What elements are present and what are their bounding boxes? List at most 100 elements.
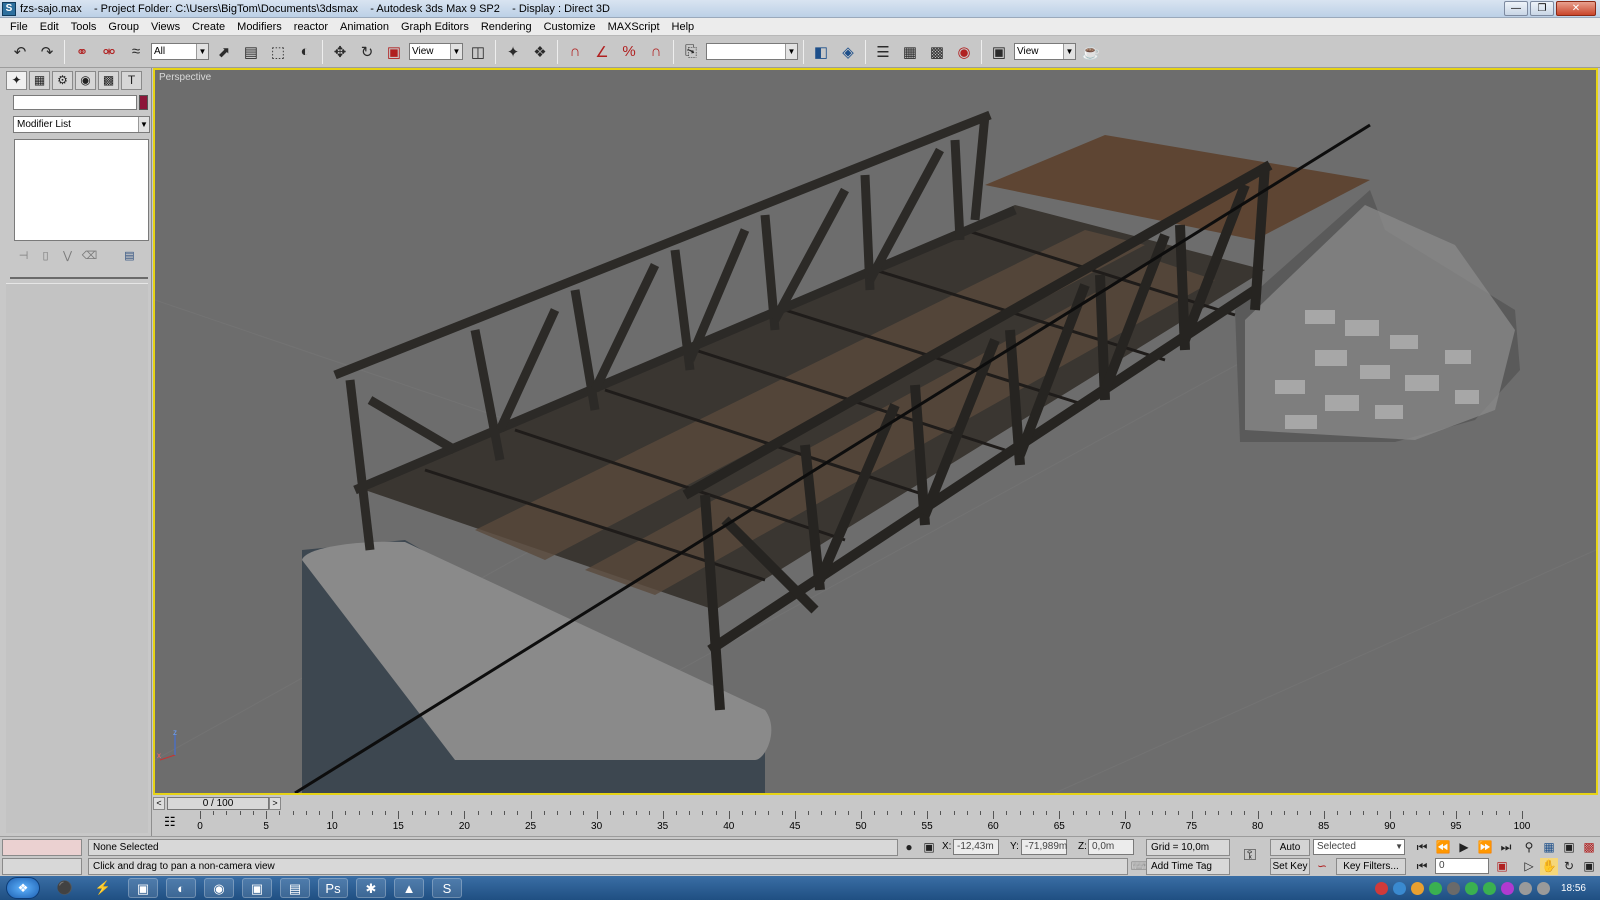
viewport-label[interactable]: Perspective xyxy=(159,72,211,83)
move-icon[interactable]: ✥ xyxy=(328,40,352,64)
set-key-button[interactable]: Set Key xyxy=(1270,858,1310,875)
tray-icon-2[interactable] xyxy=(1392,881,1406,895)
menu-tools[interactable]: Tools xyxy=(65,18,103,36)
pivot-center-icon[interactable]: ◫ xyxy=(466,40,490,64)
quick-launch-icon[interactable]: ⚡ xyxy=(88,878,118,898)
bind-to-space-warp-icon[interactable]: ≈ xyxy=(124,40,148,64)
mirror-icon[interactable]: ◧ xyxy=(809,40,833,64)
current-frame-field[interactable]: 0 xyxy=(1435,858,1489,874)
windows-explorer-icon[interactable]: ⚫ xyxy=(50,878,80,898)
taskbar-clock[interactable]: 18:56 xyxy=(1561,883,1586,894)
explorer-window-icon[interactable]: ▤ xyxy=(280,878,310,898)
play-icon[interactable]: ▶ xyxy=(1455,839,1473,856)
select-by-name-icon[interactable]: ▤ xyxy=(239,40,263,64)
minimize-button[interactable]: — xyxy=(1504,1,1528,16)
rollout-area[interactable] xyxy=(6,283,148,833)
hierarchy-tab-icon[interactable]: ⚙ xyxy=(52,71,73,90)
add-time-tag-button[interactable]: Add Time Tag xyxy=(1146,858,1230,875)
firefox-icon[interactable]: ◐ xyxy=(166,878,196,898)
previous-frame-icon[interactable]: ⏪ xyxy=(1434,839,1452,856)
tray-icon-3[interactable] xyxy=(1410,881,1424,895)
percent-snap-icon[interactable]: % xyxy=(617,40,641,64)
time-slider-next-button[interactable]: > xyxy=(269,797,281,810)
terminal-icon[interactable]: ▣ xyxy=(242,878,272,898)
select-and-manipulate-icon[interactable]: ✦ xyxy=(501,40,525,64)
3dsmax-app-icon[interactable]: S xyxy=(2,1,16,16)
snaps-toggle-icon[interactable]: ∩ xyxy=(563,40,587,64)
chrome-icon[interactable]: ◉ xyxy=(204,878,234,898)
curve-editor-icon[interactable]: ▦ xyxy=(898,40,922,64)
go-to-end-icon[interactable]: ⏭ xyxy=(1497,839,1515,856)
menu-reactor[interactable]: reactor xyxy=(288,18,334,36)
display-tab-icon[interactable]: ▩ xyxy=(98,71,119,90)
field-of-view-icon[interactable]: ▷ xyxy=(1520,858,1538,875)
undo-icon[interactable]: ↶ xyxy=(8,40,32,64)
track-bar[interactable]: ☷ 0 5 10 15 20 25 30 35 40 45 50 55 60 65 70 75 80 85 90 95… xyxy=(160,811,1598,835)
z-coordinate-field[interactable]: 0,0m xyxy=(1088,839,1134,855)
schematic-view-icon[interactable]: ▩ xyxy=(925,40,949,64)
save-app-icon[interactable]: ▣ xyxy=(128,878,158,898)
absolute-mode-icon[interactable]: ▣ xyxy=(920,839,938,856)
photoshop-icon[interactable]: Ps xyxy=(318,878,348,898)
edit-named-selection-icon[interactable]: ⎘ xyxy=(679,40,703,64)
tray-icon-8[interactable] xyxy=(1500,881,1514,895)
tray-icon-7[interactable] xyxy=(1482,881,1496,895)
tray-icon-1[interactable] xyxy=(1374,881,1388,895)
align-icon[interactable]: ◈ xyxy=(836,40,860,64)
rectangular-selection-icon[interactable]: ⬚ xyxy=(266,40,290,64)
menu-rendering[interactable]: Rendering xyxy=(475,18,538,36)
close-button[interactable]: ✕ xyxy=(1556,1,1596,16)
unlink-selection-icon[interactable]: ⚮ xyxy=(97,40,121,64)
window-crossing-icon[interactable]: ◐ xyxy=(293,40,317,64)
show-end-result-icon[interactable]: ▯ xyxy=(36,248,55,265)
tray-icon-4[interactable] xyxy=(1428,881,1442,895)
keyboard-shortcut-override-icon[interactable]: ❖ xyxy=(528,40,552,64)
time-slider-prev-button[interactable]: < xyxy=(153,797,165,810)
menu-views[interactable]: Views xyxy=(145,18,186,36)
menu-create[interactable]: Create xyxy=(186,18,231,36)
maxscript-listener[interactable] xyxy=(2,839,82,856)
configure-modifier-sets-icon[interactable]: ▤ xyxy=(120,248,139,265)
object-name-field[interactable] xyxy=(13,95,137,110)
red-app-icon[interactable]: ✱ xyxy=(356,878,386,898)
select-object-icon[interactable]: ⬈ xyxy=(212,40,236,64)
reference-coordinate-dropdown[interactable]: View ▼ xyxy=(409,43,463,60)
menu-file[interactable]: File xyxy=(4,18,34,36)
tray-icon-5[interactable] xyxy=(1446,881,1460,895)
spinner-snap-icon[interactable]: ∩ xyxy=(644,40,668,64)
zoom-icon[interactable]: ⚲ xyxy=(1520,839,1538,856)
y-coordinate-field[interactable]: -71,989m xyxy=(1021,839,1067,855)
modify-tab-icon[interactable]: ▦ xyxy=(29,71,50,90)
render-scene-icon[interactable]: ▣ xyxy=(987,40,1011,64)
network-icon[interactable] xyxy=(1518,881,1532,895)
volume-icon[interactable] xyxy=(1536,881,1550,895)
perspective-viewport[interactable]: z x Perspective xyxy=(153,68,1598,795)
rotate-icon[interactable]: ↻ xyxy=(355,40,379,64)
zoom-extents-all-icon[interactable]: ▩ xyxy=(1580,839,1598,856)
render-type-dropdown[interactable]: View ▼ xyxy=(1014,43,1076,60)
auto-key-button[interactable]: Auto Key xyxy=(1270,839,1310,868)
start-button[interactable]: ❖ xyxy=(6,877,40,899)
named-selection-dropdown[interactable]: ▼ xyxy=(706,43,798,60)
key-mode-toggle-icon[interactable]: ⏮ xyxy=(1413,858,1431,875)
menu-animation[interactable]: Animation xyxy=(334,18,395,36)
restore-button[interactable]: ❐ xyxy=(1530,1,1554,16)
utilities-tab-icon[interactable]: T xyxy=(121,71,142,90)
default-in-out-tangent-icon[interactable]: ∽ xyxy=(1313,858,1331,875)
key-filters-button[interactable]: Key Filters... xyxy=(1336,858,1406,875)
go-to-start-icon[interactable]: ⏮ xyxy=(1413,839,1431,856)
menu-help[interactable]: Help xyxy=(666,18,701,36)
angle-snap-icon[interactable]: ∠ xyxy=(590,40,614,64)
tray-icon-6[interactable] xyxy=(1464,881,1478,895)
modifier-stack[interactable] xyxy=(14,139,149,241)
time-slider[interactable]: < 0 / 100 > xyxy=(153,795,1598,811)
key-mode-dropdown[interactable]: Selected ▼ xyxy=(1313,839,1405,855)
layer-manager-icon[interactable]: ☰ xyxy=(871,40,895,64)
menu-group[interactable]: Group xyxy=(102,18,145,36)
arc-rotate-icon[interactable]: ↻ xyxy=(1560,858,1578,875)
selection-filter-dropdown[interactable]: All ▼ xyxy=(151,43,209,60)
select-and-link-icon[interactable]: ⚭ xyxy=(70,40,94,64)
material-editor-icon[interactable]: ◉ xyxy=(952,40,976,64)
menu-maxscript[interactable]: MAXScript xyxy=(602,18,666,36)
key-icon[interactable]: ⚿ xyxy=(1237,847,1263,864)
